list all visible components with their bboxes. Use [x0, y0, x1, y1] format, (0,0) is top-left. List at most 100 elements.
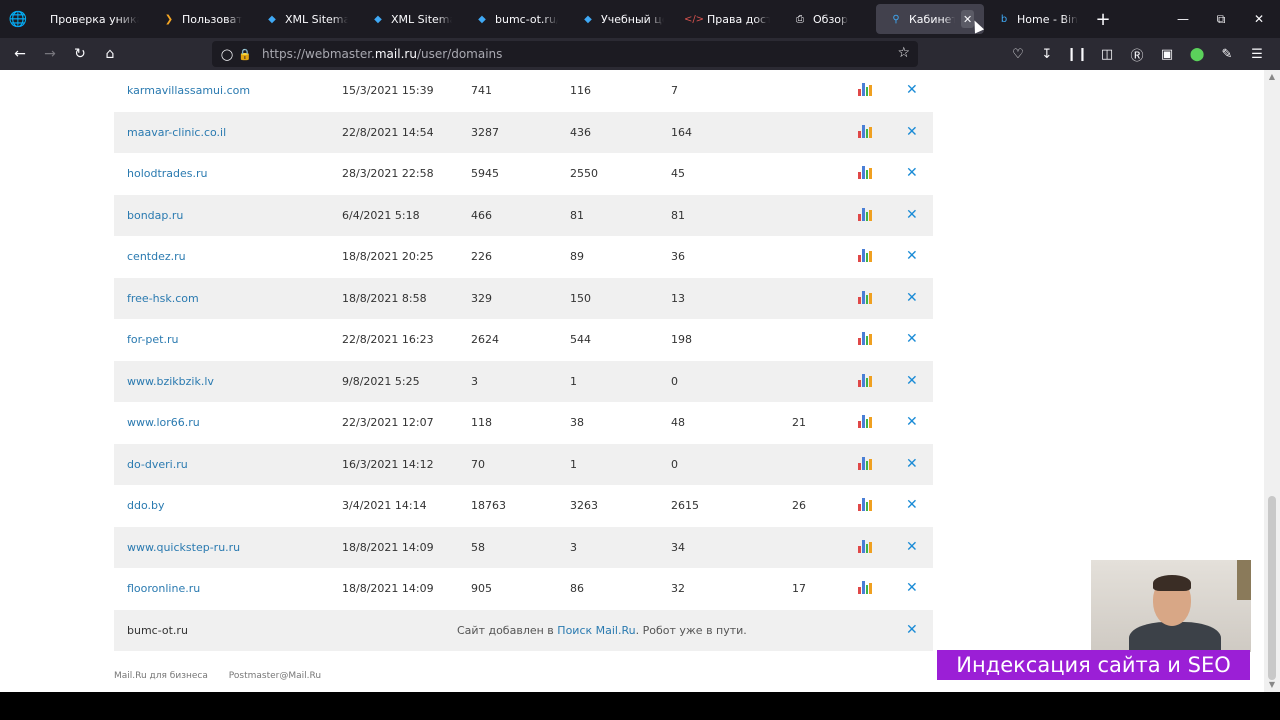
sidebar-icon[interactable]: ◫ [1093, 40, 1121, 68]
stats-chart-icon[interactable] [858, 374, 872, 388]
stats-chart-icon[interactable] [858, 125, 872, 139]
scroll-up-icon[interactable]: ▲ [1264, 70, 1280, 84]
browser-tab-2[interactable]: ❯ Пользователи [149, 4, 252, 34]
domain-link[interactable]: www.bzikbzik.lv [127, 361, 214, 402]
delete-icon[interactable]: ✕ [906, 527, 918, 568]
address-bar[interactable]: ◯ 🔒 https://webmaster.mail.ru/user/domai… [212, 41, 918, 67]
stat-value: 150 [570, 292, 591, 305]
delete-icon[interactable]: ✕ [906, 278, 918, 319]
table-row: ddo.by 3/4/2021 14:14 18763 3263 2615 26 ✕ [114, 485, 933, 526]
scrollbar-thumb[interactable] [1268, 496, 1276, 680]
stats-chart-icon[interactable] [858, 166, 872, 180]
stats-chart-icon[interactable] [858, 332, 872, 346]
browser-tab-9[interactable]: ⚲Кабинет ве✕ [876, 4, 984, 34]
delete-icon[interactable]: ✕ [906, 610, 918, 651]
reload-button[interactable]: ↻ [65, 40, 95, 68]
domain-link[interactable]: ddo.by [127, 485, 165, 526]
delete-icon[interactable]: ✕ [906, 444, 918, 485]
delete-icon[interactable]: ✕ [906, 568, 918, 609]
delete-icon[interactable]: ✕ [906, 195, 918, 236]
domain-link[interactable]: flooronline.ru [127, 568, 200, 609]
domain-link[interactable]: holodtrades.ru [127, 153, 208, 194]
browser-tab-6[interactable]: ◆ Учебный центр [568, 4, 674, 34]
stats-chart-icon[interactable] [858, 498, 872, 512]
domain-link[interactable]: karmavillassamui.com [127, 70, 250, 111]
table-row: holodtrades.ru 28/3/2021 22:58 5945 2550 45 ✕ [114, 153, 933, 194]
stats-chart-icon[interactable] [858, 457, 872, 471]
tab-label: Права доступа [707, 12, 770, 26]
home-button[interactable]: ⌂ [95, 40, 125, 68]
stat-value: 164 [671, 126, 692, 139]
restore-button[interactable]: ⧉ [1202, 0, 1240, 38]
stats-chart-icon[interactable] [858, 540, 872, 554]
delete-icon[interactable]: ✕ [906, 361, 918, 402]
browser-tab-10[interactable]: b Home - Bing W [984, 4, 1088, 34]
delete-icon[interactable]: ✕ [906, 485, 918, 526]
webcam-lamp [1237, 560, 1251, 600]
browser-tab-7[interactable]: </>Права доступа [674, 4, 780, 34]
tab-list: Проверка уникаль ❯ Пользователи ◆ XML Sitema… [36, 4, 1088, 34]
lock-icon[interactable]: 🔒 [237, 48, 253, 61]
domain-link[interactable]: do-dveri.ru [127, 444, 188, 485]
stat-value: 2624 [471, 333, 499, 346]
domain-link[interactable]: free-hsk.com [127, 278, 199, 319]
bookmark-star-icon[interactable]: ☆ [897, 45, 910, 61]
stats-chart-icon[interactable] [858, 415, 872, 429]
page-footer: Mail.Ru для бизнеса Postmaster@Mail.Ru [114, 671, 339, 681]
domain-link[interactable]: for-pet.ru [127, 319, 178, 360]
browser-tab-5[interactable]: ◆ bumc-ot.ru/rob [462, 4, 568, 34]
delete-icon[interactable]: ✕ [906, 236, 918, 277]
delete-icon[interactable]: ✕ [906, 319, 918, 360]
stats-chart-icon[interactable] [858, 581, 872, 595]
back-button[interactable]: ← [5, 40, 35, 68]
pending-domain: bumc-ot.ru [127, 624, 188, 637]
pocket-icon[interactable]: ♡ [1004, 40, 1032, 68]
stats-chart-icon[interactable] [858, 249, 872, 263]
stats-chart-icon[interactable] [858, 208, 872, 222]
url-text[interactable]: https://webmaster.mail.ru/user/domains [262, 47, 502, 61]
browser-tab-1[interactable]: Проверка уникаль [36, 4, 149, 34]
domain-link[interactable]: www.quickstep-ru.ru [127, 527, 240, 568]
footer-link-business[interactable]: Mail.Ru для бизнеса [114, 671, 208, 681]
stat-value: 48 [671, 416, 685, 429]
download-icon[interactable]: ↧ [1033, 40, 1061, 68]
menu-icon[interactable]: ☰ [1243, 40, 1271, 68]
footer-link-postmaster[interactable]: Postmaster@Mail.Ru [229, 671, 321, 681]
globe-icon[interactable]: 🌐 [0, 0, 36, 38]
domain-link[interactable]: bondap.ru [127, 195, 183, 236]
delete-icon[interactable]: ✕ [906, 112, 918, 153]
extension-icon[interactable]: ▣ [1153, 40, 1181, 68]
browser-tab-8[interactable]: ⎙ Обзор [780, 4, 876, 34]
stat-value: 3 [471, 375, 478, 388]
table-row: for-pet.ru 22/8/2021 16:23 2624 544 198 ✕ [114, 319, 933, 360]
tab-label: XML Sitemap [285, 12, 348, 26]
toggle-extension-icon[interactable]: ⬤ [1183, 40, 1211, 68]
added-date: 18/8/2021 14:09 [342, 541, 434, 554]
page-scrollbar[interactable]: ▲ ▼ [1264, 70, 1280, 692]
delete-icon[interactable]: ✕ [906, 70, 918, 111]
browser-tab-4[interactable]: ◆ XML Sitemap [358, 4, 462, 34]
shield-icon[interactable]: ◯ [219, 48, 235, 61]
new-tab-button[interactable]: + [1088, 4, 1118, 34]
search-mail-link[interactable]: Поиск Mail.Ru [557, 624, 635, 637]
screen: 🌐 Проверка уникаль ❯ Пользователи ◆ XML Site… [0, 0, 1280, 720]
browser-tab-3[interactable]: ◆ XML Sitemap [252, 4, 358, 34]
scroll-down-icon[interactable]: ▼ [1264, 678, 1280, 692]
minimize-button[interactable]: — [1164, 0, 1202, 38]
domain-link[interactable]: maavar-clinic.co.il [127, 112, 226, 153]
presenter-hair [1153, 575, 1191, 591]
stat-value: 58 [471, 541, 485, 554]
forward-button[interactable]: → [35, 40, 65, 68]
stats-chart-icon[interactable] [858, 291, 872, 305]
delete-icon[interactable]: ✕ [906, 153, 918, 194]
added-date: 18/8/2021 8:58 [342, 292, 427, 305]
zotero-icon[interactable]: Ⓡ [1123, 40, 1151, 68]
library-icon[interactable]: ❙❙ [1063, 40, 1091, 68]
delete-icon[interactable]: ✕ [906, 402, 918, 443]
pen-icon[interactable]: ✎ [1213, 40, 1241, 68]
close-window-button[interactable]: ✕ [1240, 0, 1278, 38]
stats-chart-icon[interactable] [858, 83, 872, 97]
domain-link[interactable]: www.lor66.ru [127, 402, 200, 443]
table-row: www.quickstep-ru.ru 18/8/2021 14:09 58 3 34 ✕ [114, 527, 933, 568]
domain-link[interactable]: centdez.ru [127, 236, 186, 277]
